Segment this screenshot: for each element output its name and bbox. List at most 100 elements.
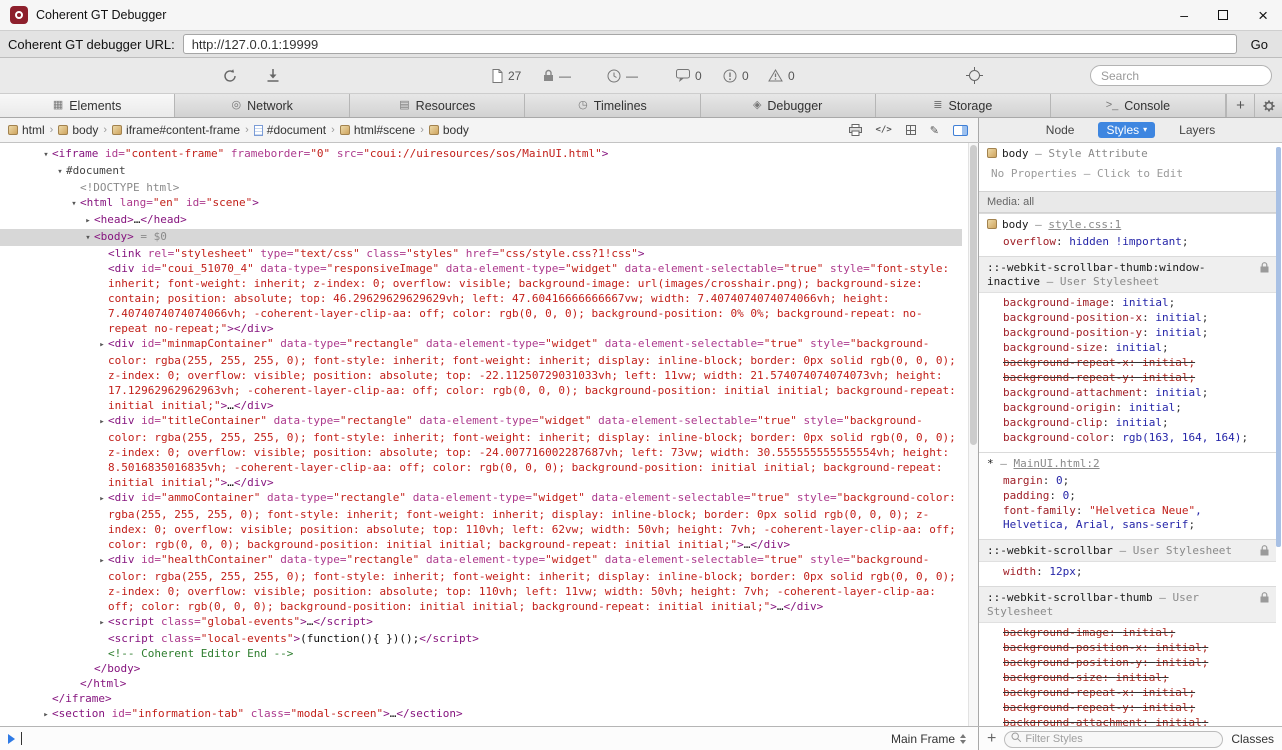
disclosure-closed-icon[interactable]: ▸	[40, 708, 52, 723]
css-property[interactable]: overflow: hidden !important;	[979, 235, 1276, 250]
css-property[interactable]: background-color: rgb(163, 164, 164);	[979, 431, 1276, 446]
breadcrumb-item[interactable]: body	[428, 123, 469, 137]
rule-source[interactable]: style.css:1	[1048, 218, 1121, 231]
sidebar-toggle-icon[interactable]	[953, 124, 968, 136]
dom-tree-scrollbar[interactable]	[968, 143, 978, 726]
tab-console[interactable]: >_ Console	[1051, 94, 1226, 117]
disclosure-open-icon[interactable]: ▾	[82, 231, 94, 246]
styles-scrollbar-thumb[interactable]	[1276, 147, 1281, 547]
css-property[interactable]: background-attachment: initial;	[979, 386, 1276, 401]
disclosure-open-icon[interactable]: ▾	[68, 197, 80, 212]
disclosure-closed-icon[interactable]: ▸	[96, 338, 108, 353]
style-rule-header[interactable]: ::-webkit-scrollbar-thumb — User Stylesh…	[979, 587, 1276, 623]
new-rule-button[interactable]: +	[987, 730, 996, 747]
css-property[interactable]: background-image: initial;	[979, 626, 1276, 641]
css-property[interactable]: background-attachment: initial;	[979, 716, 1276, 726]
css-property[interactable]: width: 12px;	[979, 565, 1276, 580]
css-property[interactable]: background-clip: initial;	[979, 416, 1276, 431]
console-prompt-bar[interactable]: Main Frame	[0, 727, 978, 750]
rule-source[interactable]: MainUI.html:2	[1014, 457, 1100, 470]
css-property[interactable]: background-repeat-x: initial;	[979, 686, 1276, 701]
breadcrumb-item[interactable]: html#scene	[339, 123, 415, 137]
add-panel-button[interactable]: +	[1226, 94, 1254, 117]
dom-tree-line[interactable]: ▸ <div id="ammoContainer" data-type="rect…	[0, 490, 962, 552]
dom-tree-line[interactable]: ▸ <head>…</head>	[0, 212, 962, 229]
minimize-button[interactable]: –	[1180, 8, 1188, 22]
style-rule-header[interactable]: ::-webkit-scrollbar — User Stylesheet	[979, 540, 1276, 562]
filter-styles-input[interactable]	[1004, 730, 1224, 748]
css-property[interactable]: font-family: "Helvetica Neue", Helvetica…	[979, 504, 1276, 533]
dom-tree-line[interactable]: <!-- Coherent Editor End -->	[0, 646, 962, 661]
resource-count[interactable]: 27	[492, 58, 521, 93]
css-property[interactable]: background-repeat-y: initial;	[979, 371, 1276, 386]
disclosure-closed-icon[interactable]: ▸	[82, 214, 94, 229]
dom-tree-line[interactable]: </iframe>	[0, 691, 962, 706]
breadcrumb-item[interactable]: html	[8, 123, 45, 137]
lock-indicator[interactable]: —	[543, 58, 571, 93]
classes-button[interactable]: Classes	[1231, 732, 1274, 746]
css-property[interactable]: background-position-x: initial;	[979, 641, 1276, 656]
dom-tree-line[interactable]: </body>	[0, 661, 962, 676]
issue-count[interactable]: 0	[723, 58, 749, 93]
dom-tree-line[interactable]: ▸ <div id="minmapContainer" data-type="re…	[0, 336, 962, 413]
css-property[interactable]: background-size: initial;	[979, 341, 1276, 356]
time-indicator[interactable]: —	[607, 58, 638, 93]
breadcrumb-item[interactable]: body	[58, 123, 98, 137]
dom-tree-line[interactable]: ▸ <script class="global-events">…</script…	[0, 614, 962, 631]
style-rule-header[interactable]: body — style.css:1	[979, 214, 1276, 235]
dom-tree-line[interactable]: ▸ <div id="titleContainer" data-type="rec…	[0, 413, 962, 490]
sidebar-tab-styles[interactable]: Styles ▾	[1098, 122, 1156, 138]
style-rule-header[interactable]: * — MainUI.html:2	[979, 453, 1276, 474]
show-source-icon[interactable]: </>	[876, 125, 892, 135]
css-property[interactable]: background-position-x: initial;	[979, 311, 1276, 326]
tab-network[interactable]: ◎ Network	[175, 94, 351, 117]
disclosure-closed-icon[interactable]: ▸	[96, 554, 108, 569]
sidebar-tab-node[interactable]: Node	[1046, 123, 1075, 137]
dom-tree-line[interactable]: </html>	[0, 676, 962, 691]
dom-tree-line[interactable]: ▾ #document	[0, 163, 962, 180]
css-property[interactable]: background-image: initial;	[979, 296, 1276, 311]
dom-tree-scrollbar-thumb[interactable]	[970, 145, 977, 445]
dom-tree-line[interactable]: ▸<section id="error-modal" class="modal-…	[0, 723, 962, 726]
dom-tree-line[interactable]: <link rel="stylesheet" type="text/css" c…	[0, 246, 962, 261]
edit-icon[interactable]: ✎	[930, 124, 939, 137]
css-property[interactable]: padding: 0;	[979, 489, 1276, 504]
go-button[interactable]: Go	[1245, 37, 1274, 52]
dom-tree-line[interactable]: ▾ <html lang="en" id="scene">	[0, 195, 962, 212]
css-property[interactable]: background-position-y: initial;	[979, 326, 1276, 341]
css-property[interactable]: background-repeat-x: initial;	[979, 356, 1276, 371]
disclosure-open-icon[interactable]: ▾	[54, 165, 66, 180]
breadcrumb-item[interactable]: #document	[253, 123, 326, 137]
style-rule-header[interactable]: body — Style Attribute	[979, 143, 1276, 164]
tab-resources[interactable]: ▤ Resources	[350, 94, 526, 117]
disclosure-closed-icon[interactable]: ▸	[96, 492, 108, 507]
disclosure-closed-icon[interactable]: ▸	[96, 415, 108, 430]
warning-count[interactable]: 0	[768, 58, 795, 93]
log-count[interactable]: 0	[676, 58, 702, 93]
download-button[interactable]	[266, 58, 280, 93]
grid-overlay-icon[interactable]	[905, 125, 916, 135]
disclosure-closed-icon[interactable]: ▸	[96, 616, 108, 631]
css-property[interactable]: margin: 0;	[979, 474, 1276, 489]
close-button[interactable]: ×	[1258, 7, 1268, 24]
dom-tree-line[interactable]: ▾ <body> = $0	[0, 229, 962, 246]
search-input[interactable]	[1090, 65, 1272, 86]
css-property[interactable]: background-position-y: initial;	[979, 656, 1276, 671]
tab-elements[interactable]: ▦ Elements	[0, 94, 176, 117]
disclosure-open-icon[interactable]: ▾	[40, 148, 52, 163]
css-property[interactable]: background-size: initial;	[979, 671, 1276, 686]
style-rule-header[interactable]: ::-webkit-scrollbar-thumb:window-inactiv…	[979, 257, 1276, 293]
url-input[interactable]	[182, 34, 1237, 54]
tab-storage[interactable]: ≣ Storage	[876, 94, 1051, 117]
dom-tree-line[interactable]: ▸ <section id="information-tab" class="mo…	[0, 706, 962, 723]
tab-debugger[interactable]: ◈ Debugger	[701, 94, 876, 117]
print-icon[interactable]	[848, 124, 862, 136]
breadcrumb-item[interactable]: iframe#content-frame	[112, 123, 240, 137]
dom-tree-line[interactable]: <!DOCTYPE html>	[0, 180, 962, 195]
css-property[interactable]: background-repeat-y: initial;	[979, 701, 1276, 716]
dom-tree-line[interactable]: <div id="coui_51070_4" data-type="respon…	[0, 261, 962, 336]
frame-selector[interactable]: Main Frame	[881, 732, 966, 746]
maximize-button[interactable]	[1218, 10, 1229, 20]
dom-tree-line[interactable]: <script class="local-events">(function()…	[0, 631, 962, 646]
disclosure-closed-icon[interactable]: ▸	[40, 725, 52, 726]
